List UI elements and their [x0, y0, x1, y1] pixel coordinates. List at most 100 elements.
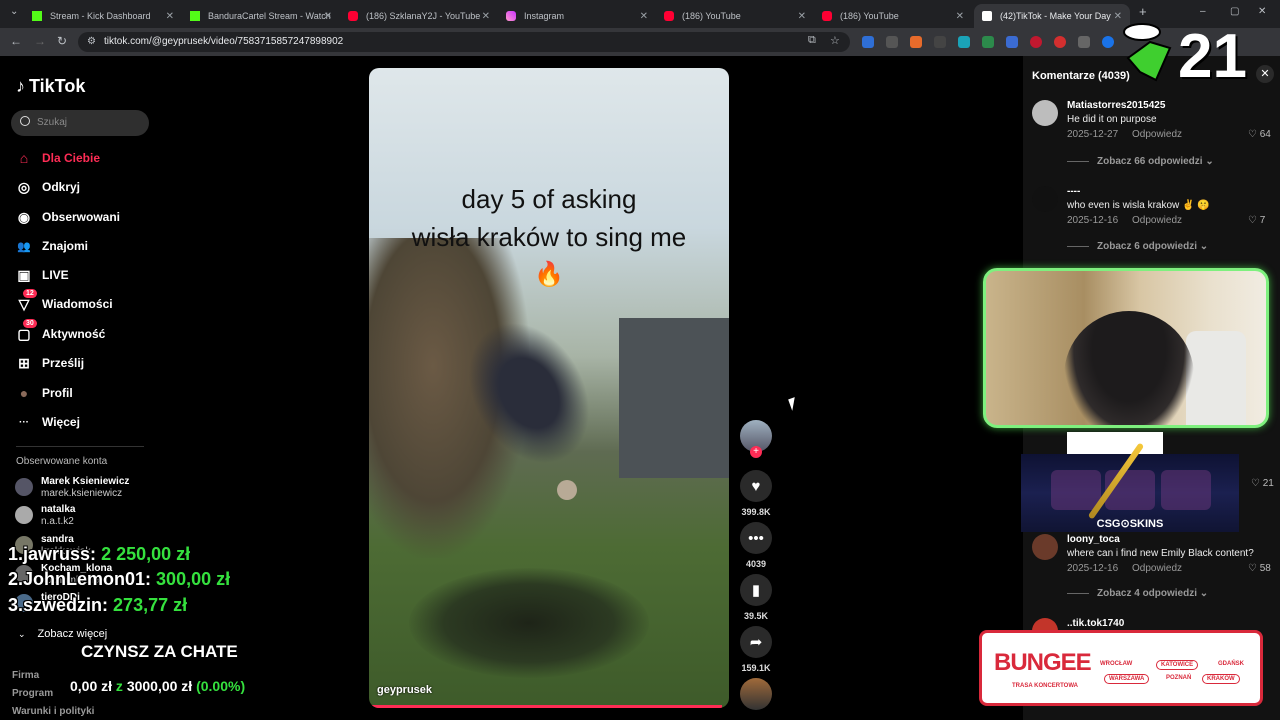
site-info-icon[interactable]: ⚙ [87, 36, 96, 47]
extension-icon[interactable] [1030, 36, 1042, 48]
close-icon[interactable]: ✕ [956, 11, 964, 22]
video-player[interactable]: day 5 of asking wisła kraków to sing me … [369, 68, 729, 708]
avatar[interactable] [1032, 186, 1058, 212]
logo-text: TikTok [29, 76, 86, 96]
extension-icon[interactable] [958, 36, 970, 48]
reply-button[interactable]: Odpowiedz [1132, 129, 1182, 140]
followed-account[interactable]: Marek Ksieniewicz marek.ksieniewicz [15, 476, 129, 500]
nav-item-messages[interactable]: ▽ 12 Wiadomości [15, 289, 113, 314]
new-tab-icon[interactable]: + [1139, 4, 1147, 19]
close-icon[interactable]: ✕ [798, 11, 806, 22]
comment-user[interactable]: loony_toca [1067, 534, 1120, 545]
nav-label: Wiadomości [42, 297, 113, 311]
extension-icon[interactable] [1078, 36, 1090, 48]
heart-outline-icon: ♡ [1248, 563, 1257, 574]
comment-like-button[interactable]: ♡ 21 [1251, 478, 1274, 489]
kick-icon [190, 11, 200, 21]
close-icon[interactable]: ✕ [324, 11, 332, 22]
sound-avatar[interactable] [740, 678, 772, 710]
comment-user[interactable]: Matiastorres2015425 [1067, 100, 1165, 111]
comment-user[interactable]: ---- [1067, 186, 1080, 197]
nav-label: Aktywność [42, 327, 106, 341]
tiktok-icon [982, 11, 992, 21]
comment-like-button[interactable]: ♡ 64 [1248, 129, 1271, 140]
video-progress-bar[interactable] [369, 705, 722, 708]
account-name: natalka [41, 504, 76, 515]
footer-link-program[interactable]: Program [12, 688, 53, 699]
nav-item-profile[interactable]: ● Profil [15, 383, 73, 403]
nav-item-friends[interactable]: 👥 Znajomi [15, 236, 88, 256]
forward-icon[interactable]: → [34, 34, 46, 48]
bookmark-star-icon[interactable]: ☆ [830, 34, 840, 47]
nav-item-following[interactable]: ◉ Obserwowani [15, 207, 120, 227]
extension-icon[interactable] [934, 36, 946, 48]
browser-tab[interactable]: (186) YouTube ✕ [814, 4, 972, 28]
comment-like-count: 64 [1259, 129, 1271, 140]
nav-item-explore[interactable]: ◎ Odkryj [15, 177, 80, 197]
extension-icon[interactable] [886, 36, 898, 48]
tab-search-chevron-icon[interactable]: ⌄ [10, 6, 18, 17]
browser-tab[interactable]: Stream - Kick Dashboard ✕ [24, 4, 182, 28]
tab-title: (186) YouTube [840, 11, 899, 21]
save-button[interactable]: ▮ [740, 574, 772, 606]
view-replies-button[interactable]: Zobacz 66 odpowiedzi ⌄ [1067, 156, 1214, 167]
follow-plus-icon[interactable]: + [750, 446, 762, 458]
nav-item-live[interactable]: ▣ LIVE [15, 265, 68, 285]
browser-tab-active[interactable]: (42)TikTok - Make Your Day ✕ [974, 4, 1130, 28]
browser-tab[interactable]: (186) YouTube ✕ [656, 4, 814, 28]
extension-icon[interactable] [862, 36, 874, 48]
back-icon[interactable]: ← [10, 34, 22, 48]
activity-glyph: ▢ [17, 325, 31, 342]
tab-title: Instagram [524, 11, 565, 21]
install-app-icon[interactable]: ⧉ [808, 34, 816, 47]
nav-item-activity[interactable]: ▢ 30 Aktywność [15, 319, 106, 344]
close-window-icon[interactable]: ✕ [1258, 6, 1266, 17]
tab-title: (186) YouTube [682, 11, 741, 21]
see-more-button[interactable]: ⌄ Zobacz więcej [18, 628, 107, 640]
close-icon[interactable]: ✕ [482, 11, 490, 22]
avatar[interactable] [1032, 100, 1058, 126]
view-replies-button[interactable]: Zobacz 4 odpowiedzi ⌄ [1067, 588, 1208, 599]
minimize-icon[interactable]: – [1200, 6, 1206, 17]
close-comments-icon[interactable]: ✕ [1256, 65, 1274, 83]
search-input[interactable]: Szukaj [11, 110, 149, 136]
view-replies-button[interactable]: Zobacz 6 odpowiedzi ⌄ [1067, 241, 1208, 252]
avatar[interactable] [1032, 534, 1058, 560]
tiktok-logo[interactable]: ♪ TikTok [16, 76, 85, 97]
extension-icon[interactable] [1006, 36, 1018, 48]
nav-item-upload[interactable]: ⊞ Prześlij [15, 353, 84, 373]
tab-title: Stream - Kick Dashboard [50, 11, 151, 21]
tour-city: KRAKÓW [1202, 674, 1240, 684]
extension-icon[interactable] [910, 36, 922, 48]
close-icon[interactable]: ✕ [640, 11, 648, 22]
maximize-icon[interactable]: ▢ [1230, 6, 1239, 17]
video-author[interactable]: geyprusek [377, 684, 432, 696]
tab-title: BanduraCartel Stream - Watch [208, 11, 331, 21]
reload-icon[interactable]: ↻ [57, 34, 67, 48]
bookmark-icon: ▮ [751, 582, 761, 599]
close-icon[interactable]: ✕ [166, 11, 174, 22]
comment-like-button[interactable]: ♡ 7 [1248, 215, 1265, 226]
like-button[interactable]: ♥ [740, 470, 772, 502]
extension-icon[interactable] [982, 36, 994, 48]
followed-account[interactable]: natalka n.a.t.k2 [15, 504, 75, 528]
share-button[interactable]: ➦ [740, 626, 772, 658]
nav-item-more[interactable]: ··· Więcej [15, 412, 80, 432]
nav-label: Profil [42, 386, 73, 400]
browser-tab[interactable]: Instagram ✕ [498, 4, 656, 28]
nav-item-for-you[interactable]: ⌂ Dla Ciebie [15, 148, 100, 168]
comment-button[interactable]: ••• [740, 522, 772, 554]
footer-link-company[interactable]: Firma [12, 670, 39, 681]
comment-like-button[interactable]: ♡ 58 [1248, 563, 1271, 574]
top-donor-2: 2.JohnLemon01: 300,00 zł [8, 569, 230, 590]
url-field[interactable]: ⚙ tiktok.com/@geyprusek/video/7583715857… [78, 32, 850, 52]
reply-button[interactable]: Odpowiedz [1132, 563, 1182, 574]
extension-icon[interactable] [1102, 36, 1114, 48]
extension-icon[interactable] [1054, 36, 1066, 48]
comment-user[interactable]: ..tik.tok1740 [1067, 618, 1124, 629]
browser-tab[interactable]: BanduraCartel Stream - Watch ✕ [182, 4, 340, 28]
messages-badge: 12 [23, 289, 37, 298]
browser-tab[interactable]: (186) SzklanaY2J - YouTube ✕ [340, 4, 498, 28]
footer-link-terms[interactable]: Warunki i polityki [12, 706, 94, 717]
reply-button[interactable]: Odpowiedz [1132, 215, 1182, 226]
